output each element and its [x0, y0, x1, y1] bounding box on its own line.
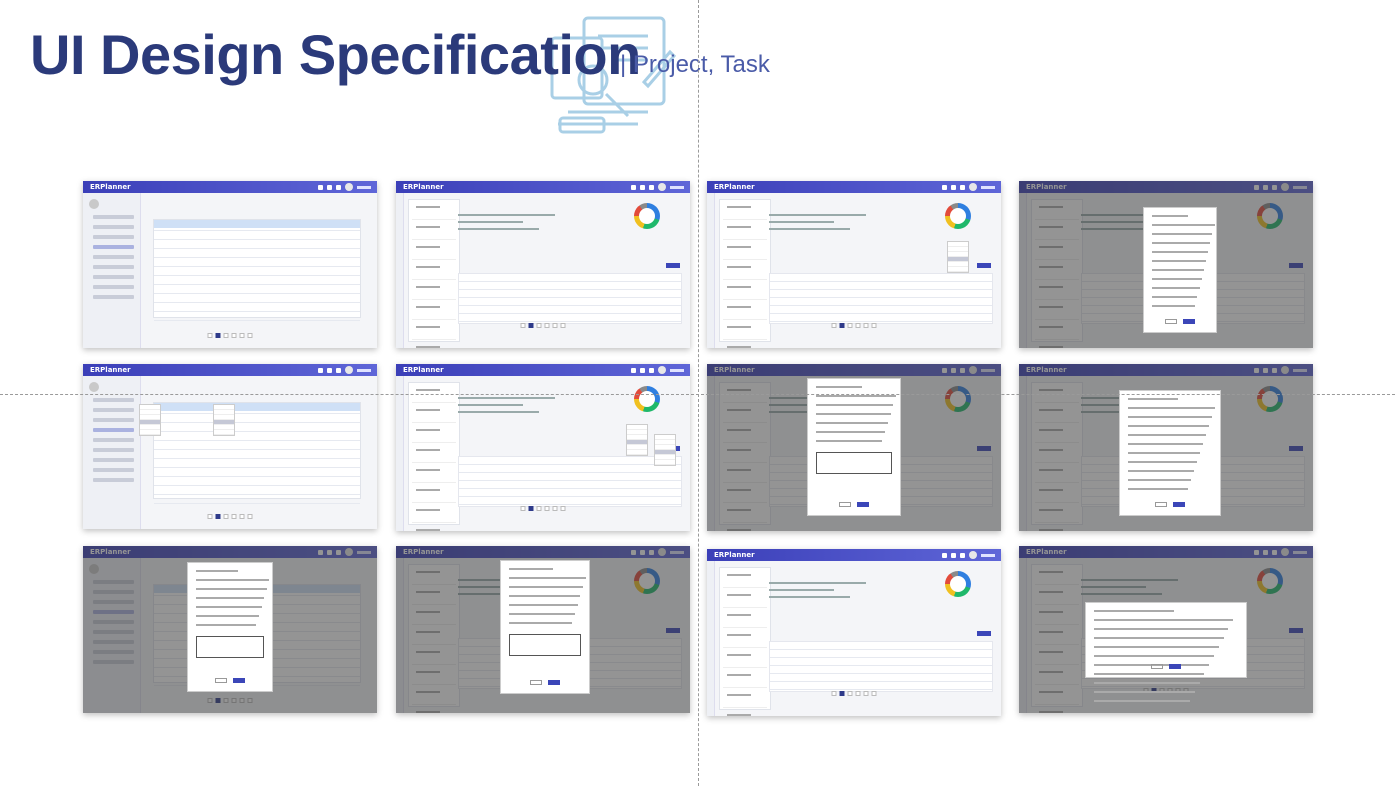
sidebar-collapsed: [707, 193, 715, 348]
status-dropdown: [654, 434, 676, 466]
screen-thumbnail: ERPlanner: [396, 546, 690, 713]
app-header-bar: ERPlanner: [707, 181, 1001, 193]
project-list: [719, 567, 771, 710]
modal-dialog: [187, 562, 273, 692]
horizontal-guide-line: [0, 394, 1395, 395]
add-task-button: [977, 631, 991, 636]
sidebar-collapsed: [707, 561, 715, 716]
task-table: [769, 641, 993, 692]
spec-slide: UI Design Specification | Project, Task …: [0, 0, 1395, 786]
sidebar-collapsed: [396, 376, 404, 531]
modal-dialog: [807, 378, 901, 516]
project-list: [408, 382, 460, 525]
screen-thumbnail: ERPlanner: [396, 181, 690, 348]
status-dropdown: [139, 404, 161, 436]
add-task-button: [977, 263, 991, 268]
pagination: [207, 514, 253, 519]
project-list: [719, 199, 771, 342]
pagination: [520, 506, 566, 511]
add-task-button: [666, 263, 680, 268]
project-info: [458, 392, 620, 416]
modal-dialog: [1119, 390, 1221, 516]
modal-dialog: [1085, 602, 1247, 702]
vertical-guide-line: [698, 0, 699, 786]
screen-thumbnail: ERPlanner: [83, 364, 377, 529]
pagination: [831, 323, 877, 328]
screen-thumbnail: ERPlanner: [707, 364, 1001, 531]
project-info: [458, 209, 620, 233]
task-table: [458, 456, 682, 507]
sidebar: [83, 193, 141, 348]
project-info: [769, 577, 931, 601]
pagination: [520, 323, 566, 328]
header-icons: [631, 366, 684, 374]
app-brand: ERPlanner: [403, 183, 444, 191]
app-brand: ERPlanner: [714, 183, 755, 191]
project-list: [408, 199, 460, 342]
app-header-bar: ERPlanner: [396, 364, 690, 376]
status-dropdown: [947, 241, 969, 273]
app-brand: ERPlanner: [403, 366, 444, 374]
screen-thumbnail: ERPlanner: [83, 546, 377, 713]
pagination: [831, 691, 877, 696]
header-icons: [318, 183, 371, 191]
modal-dialog: [1143, 207, 1217, 333]
status-dropdown: [626, 424, 648, 456]
header-icons: [942, 551, 995, 559]
progress-donut: [945, 571, 971, 597]
app-header-bar: ERPlanner: [83, 181, 377, 193]
app-header-bar: ERPlanner: [707, 549, 1001, 561]
progress-donut: [945, 203, 971, 229]
app-brand: ERPlanner: [90, 366, 131, 374]
page-title: UI Design Specification: [30, 23, 641, 86]
app-header-bar: ERPlanner: [396, 181, 690, 193]
screen-thumbnail: ERPlanner: [707, 549, 1001, 716]
progress-donut: [634, 203, 660, 229]
header-icons: [318, 366, 371, 374]
screen-thumbnail: ERPlanner: [1019, 181, 1313, 348]
task-table: [769, 273, 993, 324]
pagination: [207, 333, 253, 338]
app-brand: ERPlanner: [90, 183, 131, 191]
screen-thumbnail: ERPlanner: [83, 181, 377, 348]
screen-thumbnail: ERPlanner: [1019, 546, 1313, 713]
screen-thumbnail: ERPlanner: [1019, 364, 1313, 531]
project-table: [153, 402, 361, 504]
progress-donut: [634, 386, 660, 412]
task-table: [458, 273, 682, 324]
project-info: [769, 209, 931, 233]
project-table: [153, 219, 361, 321]
screen-thumbnail: ERPlanner: [707, 181, 1001, 348]
app-header-bar: ERPlanner: [83, 364, 377, 376]
header-icons: [942, 183, 995, 191]
header-icons: [631, 183, 684, 191]
app-brand: ERPlanner: [714, 551, 755, 559]
modal-dialog: [500, 560, 590, 694]
status-dropdown: [213, 404, 235, 436]
page-subtitle: | Project, Task: [620, 51, 770, 78]
sidebar-collapsed: [396, 193, 404, 348]
sidebar: [83, 376, 141, 529]
screen-thumbnail: ERPlanner: [396, 364, 690, 531]
